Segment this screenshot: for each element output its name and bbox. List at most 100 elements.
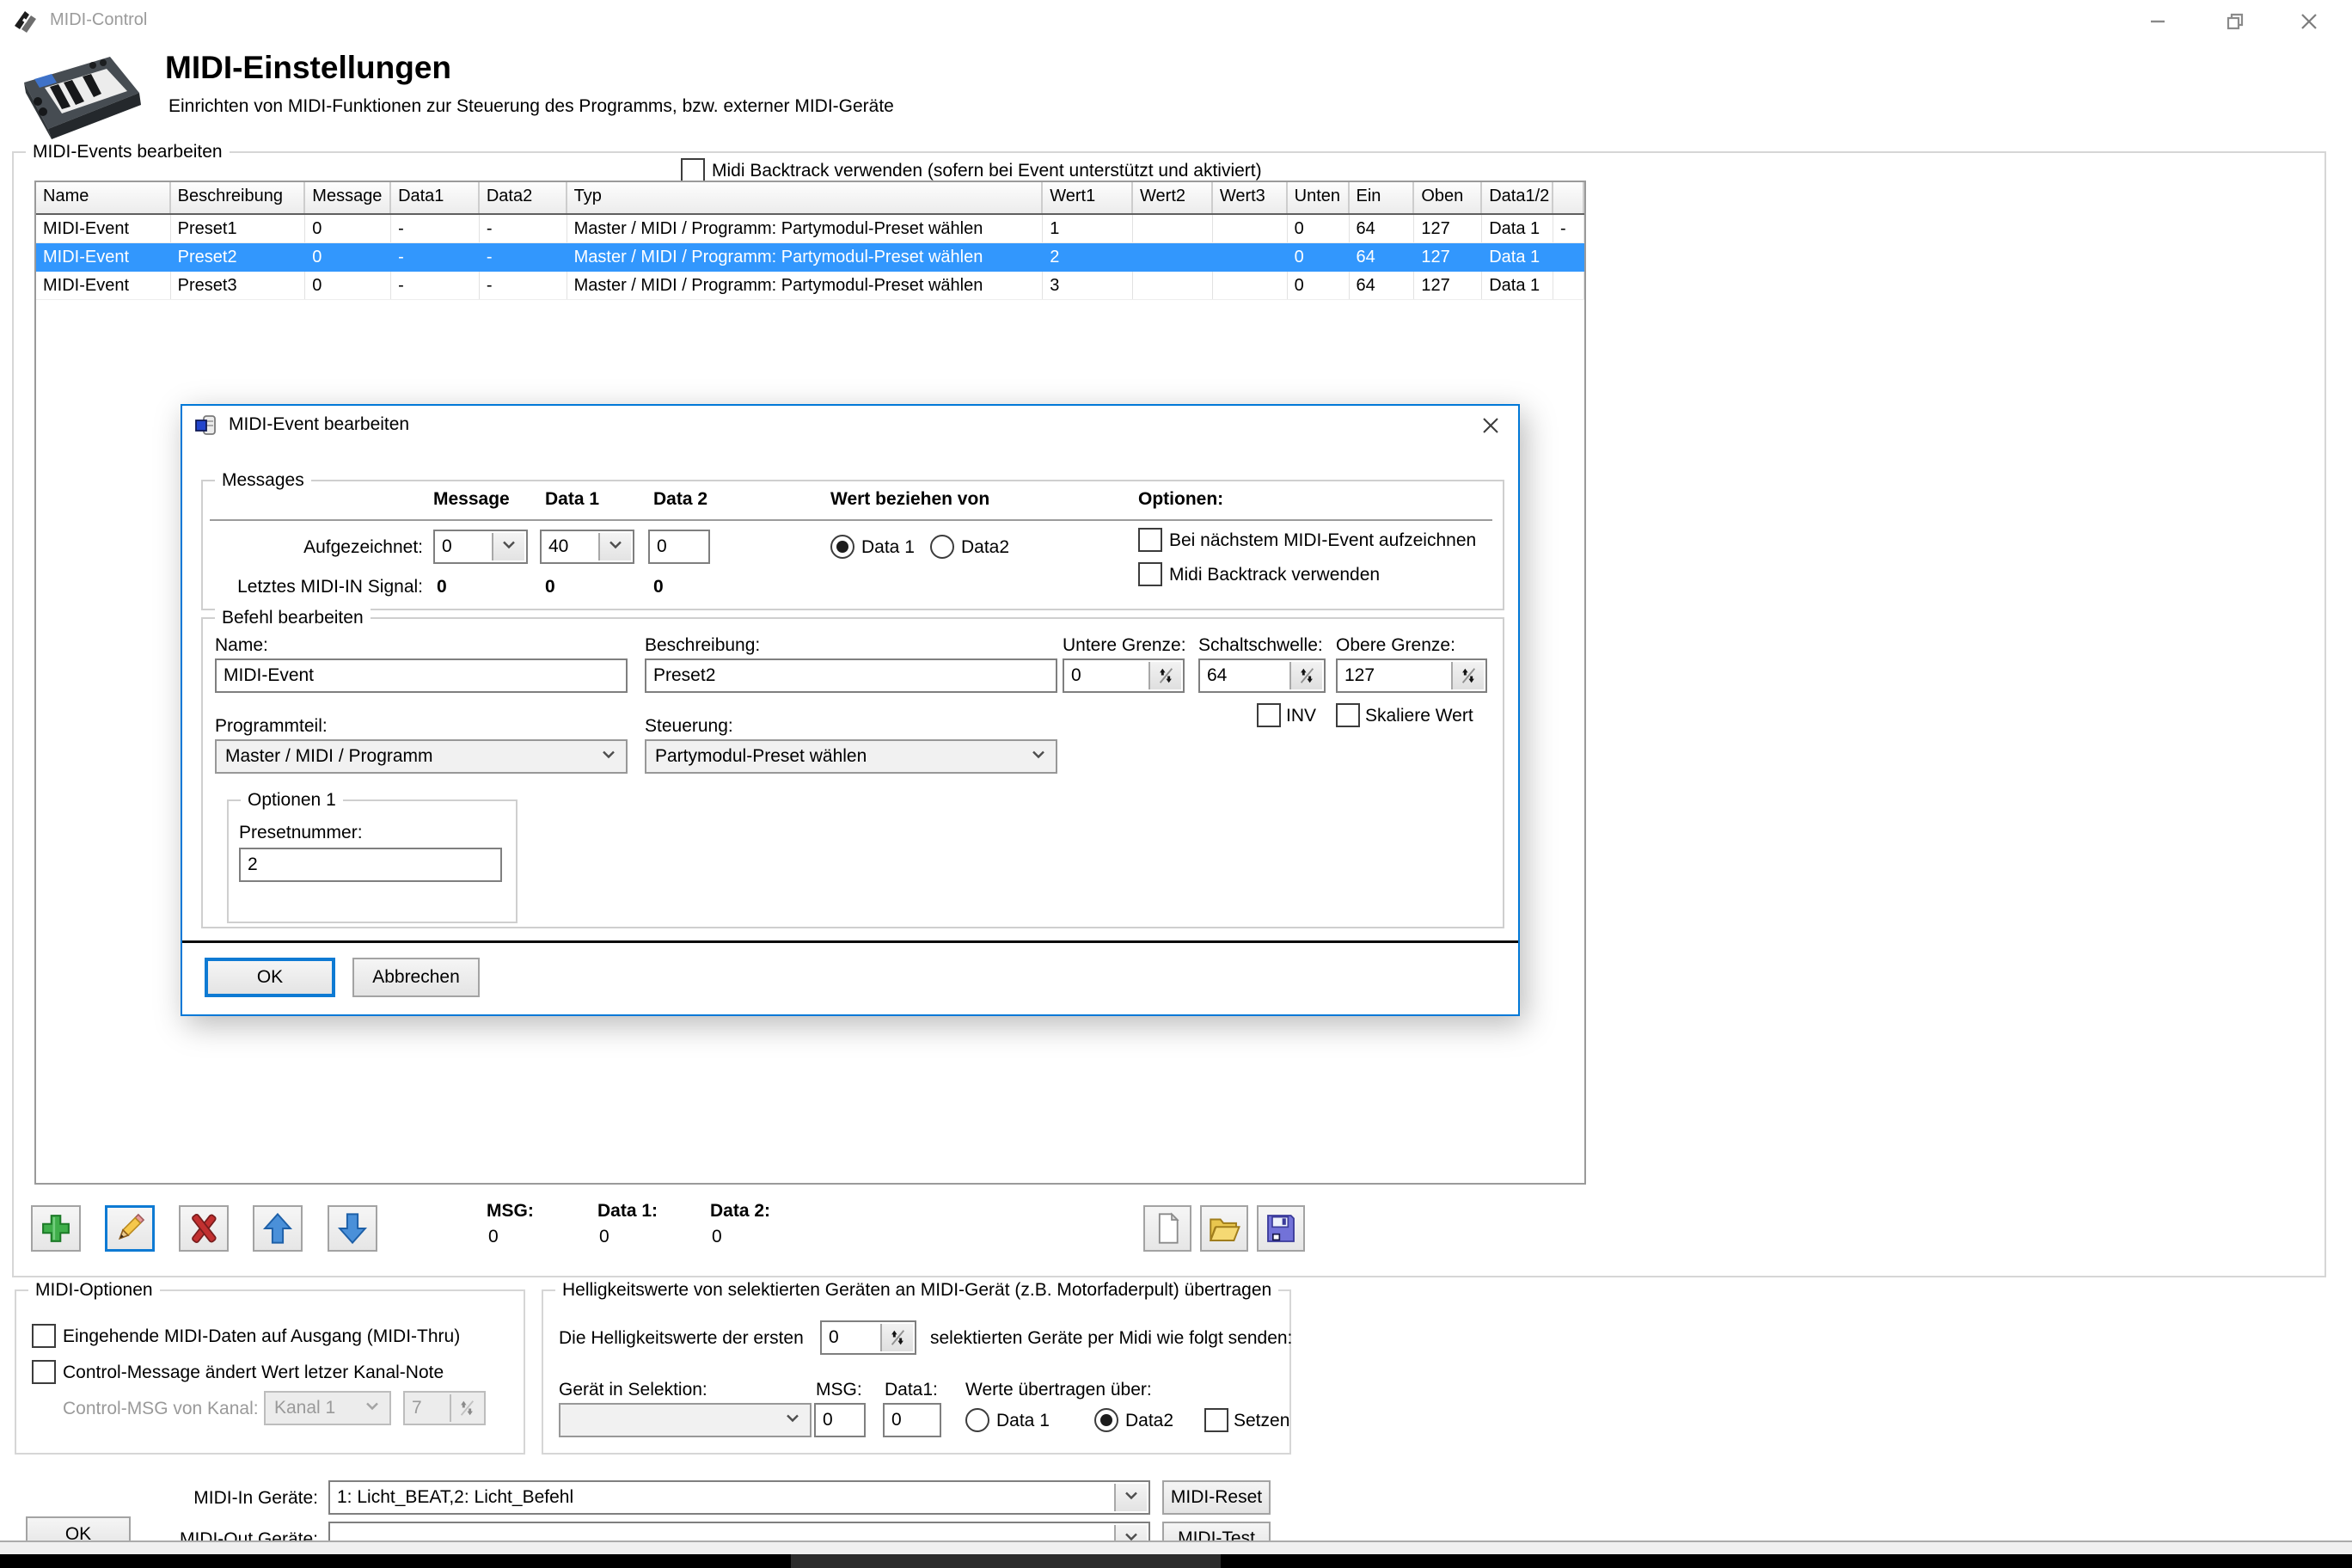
move-up-button[interactable] [253,1205,303,1252]
table-cell [1553,243,1584,271]
brightness-msg-field[interactable]: 0 [814,1403,866,1437]
chevron-down-icon[interactable] [598,533,631,560]
spinner-buttons[interactable] [1289,662,1322,689]
brightness-count-spinner[interactable]: 0 [820,1320,916,1355]
column-header[interactable]: Oben [1414,182,1482,213]
table-cell: 127 [1414,243,1482,271]
msg-value: 0 [488,1226,499,1248]
midi-thru-checkbox[interactable] [32,1324,56,1348]
chevron-down-icon [362,1395,383,1421]
setzen-checkbox[interactable] [1204,1408,1228,1432]
geraet-selektion-select[interactable] [559,1403,812,1437]
brightness-data1-field[interactable]: 0 [883,1403,941,1437]
next-event-checkbox[interactable] [1138,528,1162,552]
werte-data2-radio[interactable] [1094,1408,1118,1432]
midi-in-select[interactable]: 1: Licht_BEAT,2: Licht_Befehl [328,1480,1150,1515]
open-file-button[interactable] [1200,1205,1248,1252]
edit-event-button[interactable] [105,1205,155,1252]
table-row[interactable]: MIDI-EventPreset10--Master / MIDI / Prog… [36,215,1584,243]
chevron-down-icon[interactable] [598,744,619,769]
column-header[interactable]: Ein [1350,182,1415,213]
inv-checkbox[interactable] [1257,703,1281,727]
name-field[interactable]: MIDI-Event [215,658,628,693]
chevron-down-icon[interactable] [1028,744,1049,769]
titlebar[interactable]: MIDI-Control [0,0,2352,43]
save-file-button[interactable] [1257,1205,1305,1252]
presetnummer-field[interactable]: 2 [239,848,502,882]
werte-data1-radio[interactable] [965,1408,989,1432]
brightness-suffix-label: selektierten Geräte per Midi wie folgt s… [930,1327,1292,1350]
delete-event-button[interactable] [179,1205,229,1252]
chevron-down-icon[interactable] [492,533,524,560]
dialog-ok-button[interactable]: OK [205,958,335,997]
column-header[interactable]: Beschreibung [171,182,306,213]
obere-grenze-spinner[interactable]: 127 [1336,658,1487,693]
skaliere-label: Skaliere Wert [1365,705,1473,727]
chevron-down-icon[interactable] [1114,1484,1147,1511]
new-file-button[interactable] [1143,1205,1191,1252]
save-floppy-icon [1264,1211,1298,1246]
page-title: MIDI-Einstellungen [165,50,451,86]
recorded-data1-select[interactable]: 40 [540,530,634,564]
untere-grenze-spinner[interactable]: 0 [1063,658,1185,693]
dialog-titlebar[interactable]: MIDI-Event bearbeiten [182,406,1518,445]
column-header[interactable]: Wert1 [1043,182,1133,213]
control-message-checkbox[interactable] [32,1360,56,1384]
brightness-prefix-label: Die Helligkeitswerte der ersten [559,1327,804,1350]
table-row[interactable]: MIDI-EventPreset30--Master / MIDI / Prog… [36,272,1584,300]
dialog-backtrack-checkbox[interactable] [1138,562,1162,586]
spinner-buttons[interactable] [1451,662,1484,689]
setzen-label: Setzen [1234,1410,1289,1432]
column-header[interactable]: Data1 [391,182,480,213]
table-cell: Master / MIDI / Programm: Partymodul-Pre… [567,243,1044,271]
obere-grenze-label: Obere Grenze: [1336,634,1455,657]
beschreibung-field[interactable]: Preset2 [645,658,1057,693]
werte-data1-radio-label: Data 1 [996,1410,1050,1432]
add-event-button[interactable] [31,1205,81,1252]
inv-label: INV [1286,705,1316,727]
table-cell: - [391,243,480,271]
column-header[interactable]: Wert2 [1133,182,1213,213]
data1-label: Data 1: [597,1200,658,1222]
minimize-button[interactable] [2123,0,2192,43]
restore-button[interactable] [2201,0,2269,43]
arrow-down-icon [334,1210,371,1246]
table-row[interactable]: MIDI-EventPreset20--Master / MIDI / Prog… [36,243,1584,272]
midi-options-group: MIDI-Optionen Eingehende MIDI-Daten auf … [15,1289,525,1455]
column-header[interactable]: Wert3 [1213,182,1288,213]
midi-backtrack-label: Midi Backtrack verwenden (sofern bei Eve… [712,160,1262,182]
steuerung-select[interactable]: Partymodul-Preset wählen [645,739,1057,774]
column-header[interactable] [1553,182,1584,213]
midi-backtrack-checkbox[interactable] [681,158,705,182]
spinner-buttons[interactable] [880,1324,913,1351]
steuerung-label: Steuerung: [645,715,733,738]
table-cell: 64 [1350,272,1415,299]
dialog-cancel-button[interactable]: Abbrechen [352,958,480,997]
programmteil-select[interactable]: Master / MIDI / Programm [215,739,628,774]
column-header[interactable]: Name [36,182,171,213]
recorded-data2-field[interactable]: 0 [648,530,710,564]
table-cell: Master / MIDI / Programm: Partymodul-Pre… [567,272,1044,299]
column-header[interactable]: Typ [567,182,1044,213]
column-header[interactable]: Message [305,182,391,213]
dialog-close-button[interactable] [1473,411,1508,440]
column-header[interactable]: Unten [1288,182,1350,213]
move-down-button[interactable] [328,1205,377,1252]
midi-reset-button[interactable]: MIDI-Reset [1162,1480,1271,1515]
table-cell: - [1553,215,1584,242]
table-body[interactable]: MIDI-EventPreset10--Master / MIDI / Prog… [36,215,1584,300]
table-cell: - [480,272,567,299]
column-header[interactable]: Data1/2 [1482,182,1553,213]
data2-value: 0 [712,1226,722,1248]
table-cell [1133,215,1213,242]
spinner-buttons[interactable] [1148,662,1181,689]
geraet-selektion-label: Gerät in Selektion: [559,1379,707,1401]
wert-data2-radio[interactable] [930,535,954,559]
skaliere-checkbox[interactable] [1336,703,1360,727]
chevron-down-icon[interactable] [782,1407,803,1433]
schaltschwelle-spinner[interactable]: 64 [1198,658,1326,693]
wert-data1-radio[interactable] [830,535,854,559]
column-header[interactable]: Data2 [480,182,567,213]
recorded-message-select[interactable]: 0 [433,530,528,564]
close-button[interactable] [2275,0,2343,43]
